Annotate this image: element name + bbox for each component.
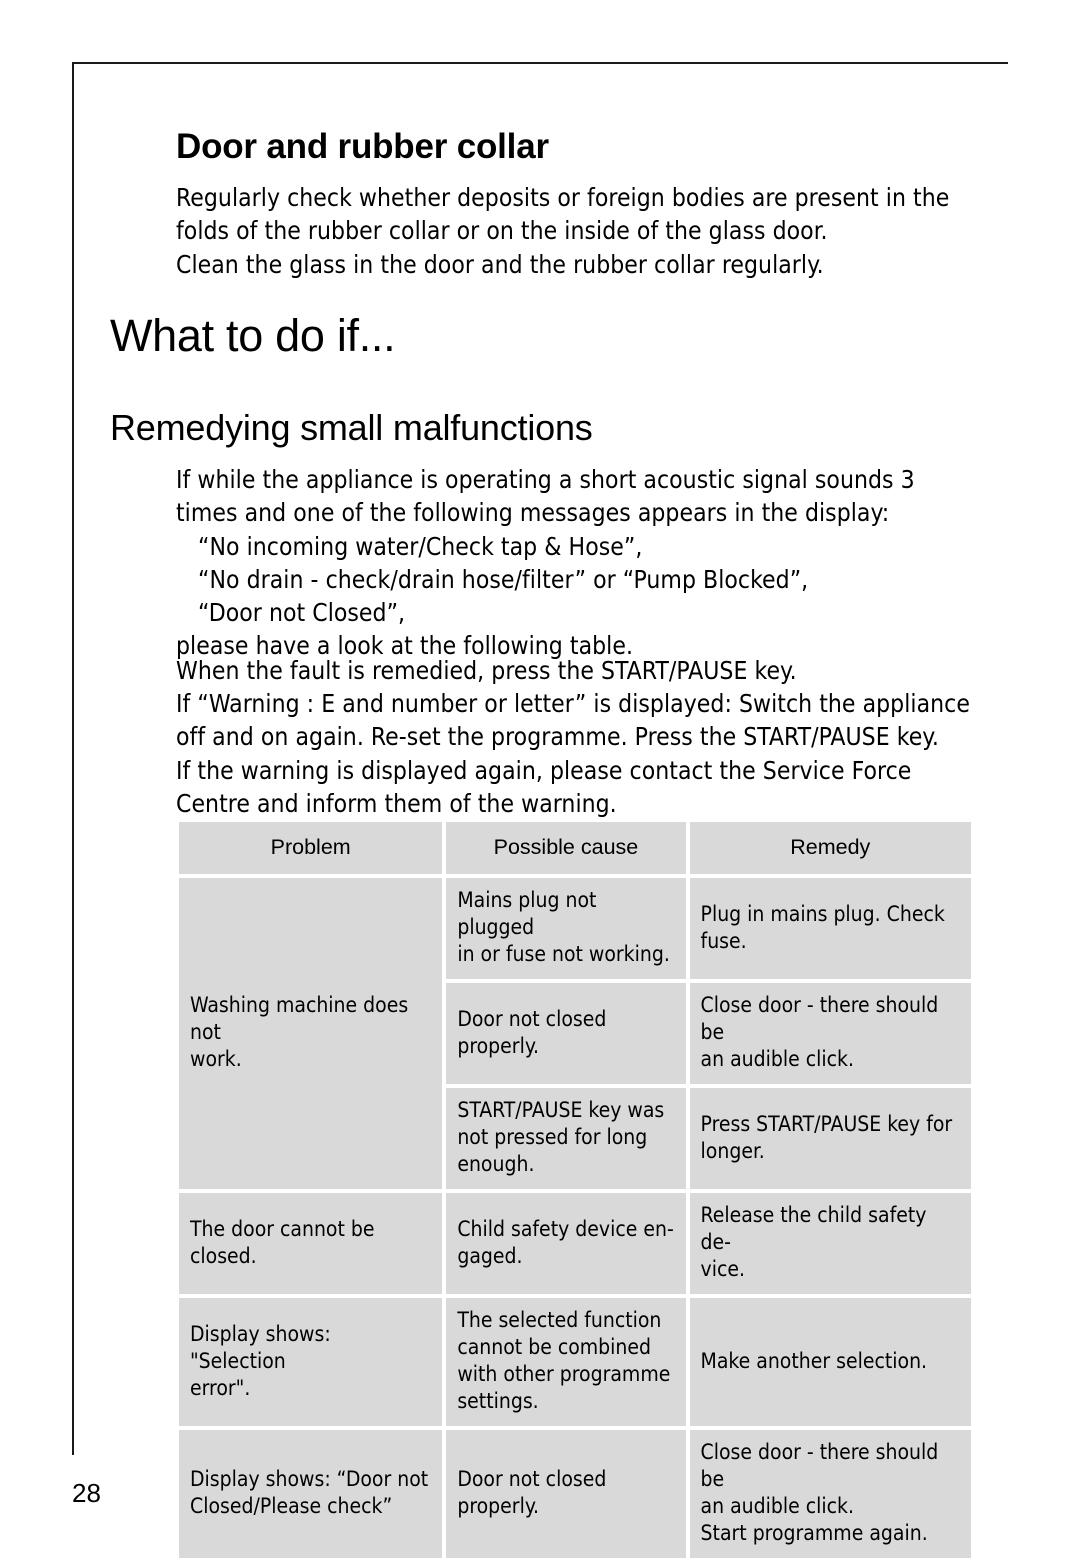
table-cell-possible-cause: Mains plug not plugged in or fuse not wo… xyxy=(446,878,686,979)
display-message-door-not-closed: “Door not Closed”, xyxy=(198,597,406,627)
table-cell-problem: Display shows: “Door not Closed/Please c… xyxy=(179,1430,443,1558)
table-header-row: Problem Possible cause Remedy xyxy=(179,822,971,874)
table-cell-possible-cause: Door not closed properly. xyxy=(446,1430,686,1558)
table-row: Display shows: "Selection error". The sel… xyxy=(179,1298,971,1426)
table-row: The door cannot be closed. Child safety d… xyxy=(179,1193,971,1294)
paragraph-intro: If while the appliance is operating a sh… xyxy=(176,464,915,528)
paragraph-fault-remedied-note: When the fault is remedied, press the ST… xyxy=(176,655,797,685)
table-cell-possible-cause: Door not closed properly. xyxy=(446,983,686,1084)
table-row: Display shows: “Door not Closed/Please c… xyxy=(179,1430,971,1558)
paragraph-warning-code-note: If “Warning : E and number or letter” is… xyxy=(176,688,970,752)
table-cell-remedy: Plug in mains plug. Check fuse. xyxy=(689,878,971,979)
table-cell-remedy: Press START/PAUSE key for longer. xyxy=(689,1088,971,1189)
table-header-possible-cause: Possible cause xyxy=(446,822,686,874)
table-body: Washing machine does not work. Mains plug… xyxy=(179,878,971,1558)
table-cell-problem: Display shows: "Selection error". xyxy=(179,1298,443,1426)
table-cell-remedy: Close door - there should be an audible … xyxy=(689,1430,971,1558)
page-number: 28 xyxy=(72,1478,101,1508)
table-cell-possible-cause: The selected function cannot be combined… xyxy=(446,1298,686,1426)
paragraph-door-collar-body: Regularly check whether deposits or fore… xyxy=(176,182,950,279)
display-message-no-incoming-water: “No incoming water/Check tap & Hose”, xyxy=(198,531,643,561)
page-frame-left-rule xyxy=(72,62,74,1455)
table-header-remedy: Remedy xyxy=(689,822,971,874)
table-cell-possible-cause: Child safety device en- gaged. xyxy=(446,1193,686,1294)
page-frame-top-rule xyxy=(72,62,1008,64)
table-cell-remedy: Make another selection. xyxy=(689,1298,971,1426)
table-cell-problem: The door cannot be closed. xyxy=(179,1193,443,1294)
section-heading-door-and-rubber-collar: Door and rubber collar xyxy=(176,127,549,167)
chapter-title-what-to-do-if: What to do if... xyxy=(110,310,396,362)
table-cell-remedy: Release the child safety de- vice. xyxy=(689,1193,971,1294)
troubleshooting-table: Problem Possible cause Remedy Washing ma… xyxy=(175,818,975,1562)
table-header-problem: Problem xyxy=(179,822,443,874)
table-cell-remedy: Close door - there should be an audible … xyxy=(689,983,971,1084)
section-heading-remedying-small-malfunctions: Remedying small malfunctions xyxy=(110,406,593,448)
paragraph-service-force-note: If the warning is displayed again, pleas… xyxy=(176,755,912,819)
table-row: Washing machine does not work. Mains plug… xyxy=(179,878,971,1189)
display-message-no-drain: “No drain - check/drain hose/filter” or … xyxy=(198,564,809,594)
table-cell-problem: Washing machine does not work. xyxy=(179,878,443,1189)
table-cell-possible-cause: START/PAUSE key was not pressed for long… xyxy=(446,1088,686,1189)
